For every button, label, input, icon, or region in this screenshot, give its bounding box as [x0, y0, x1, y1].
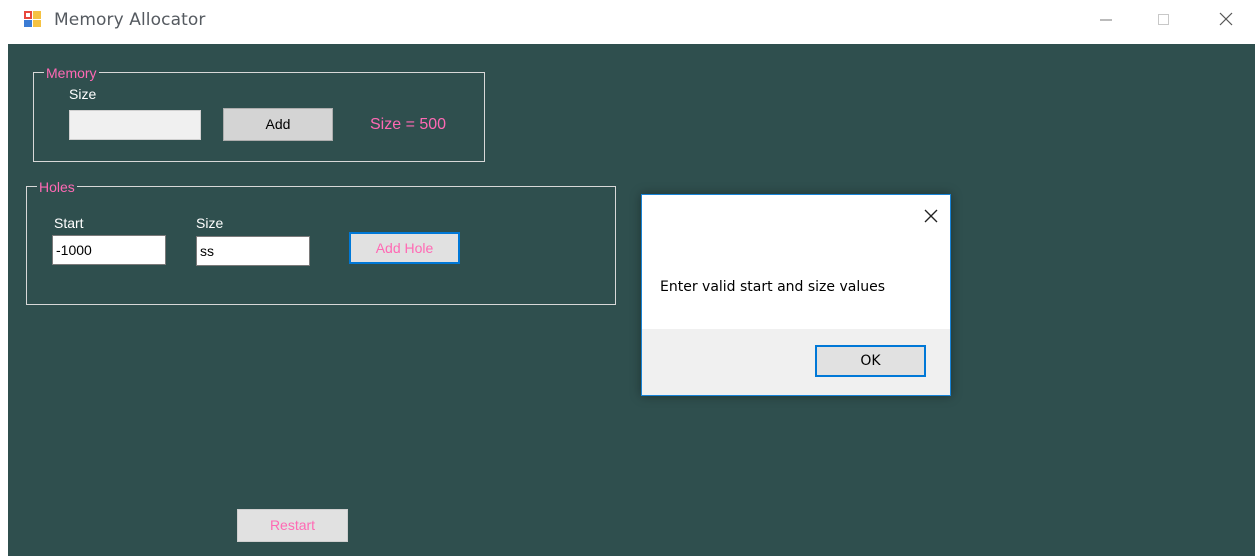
maximize-button[interactable]	[1140, 4, 1186, 36]
maximize-icon	[1158, 14, 1169, 25]
hole-start-label: Start	[54, 215, 84, 231]
main-client-area: Memory Size Add Size = 500 Holes Start S…	[8, 44, 1255, 556]
window-title: Memory Allocator	[54, 10, 206, 30]
memory-size-display: Size = 500	[370, 116, 447, 133]
add-memory-button[interactable]: Add	[223, 108, 333, 141]
dialog-footer: OK	[642, 329, 950, 395]
memory-size-label: Size	[69, 86, 97, 102]
app-icon[interactable]	[24, 10, 42, 28]
dialog-close-button[interactable]	[922, 207, 940, 225]
hole-size-label: Size	[196, 215, 224, 231]
restart-button[interactable]: Restart	[237, 509, 348, 542]
close-icon	[924, 209, 938, 223]
ok-button[interactable]: OK	[815, 345, 926, 377]
memory-size-input[interactable]	[69, 110, 201, 140]
title-bar: Memory Allocator	[0, 0, 1255, 44]
dialog-message: Enter valid start and size values	[660, 279, 885, 295]
error-message-dialog: Enter valid start and size values OK	[641, 194, 951, 396]
close-icon	[1219, 12, 1233, 26]
hole-start-input[interactable]	[52, 235, 166, 265]
minimize-button[interactable]	[1083, 4, 1129, 36]
hole-size-input[interactable]	[196, 236, 310, 266]
add-hole-button[interactable]: Add Hole	[349, 232, 460, 264]
minimize-icon	[1100, 19, 1112, 21]
holes-group-legend: Holes	[37, 179, 77, 195]
close-button[interactable]	[1203, 4, 1249, 36]
memory-group-legend: Memory	[44, 65, 99, 81]
